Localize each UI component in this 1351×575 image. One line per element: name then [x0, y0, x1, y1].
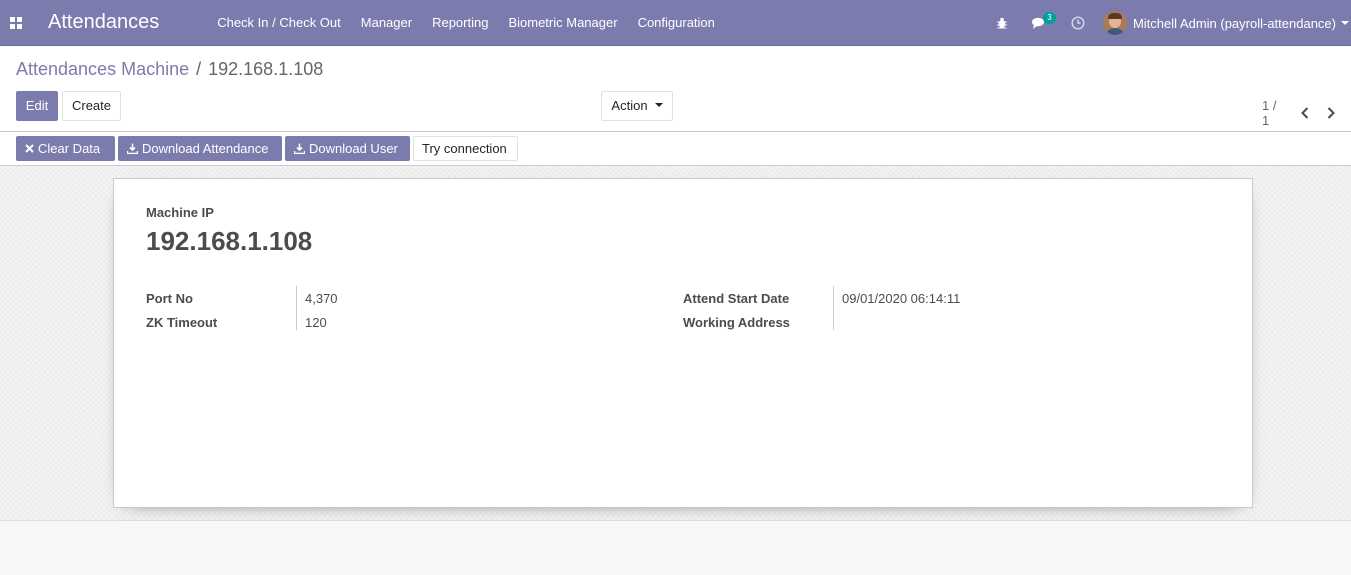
breadcrumb: Attendances Machine / 192.168.1.108 [16, 59, 323, 80]
form-sheet: Machine IP 192.168.1.108 Port No 4,370 Z… [113, 178, 1253, 508]
menu-item-check-in-check-out[interactable]: Check In / Check Out [207, 0, 351, 46]
edit-button[interactable]: Edit [16, 91, 58, 121]
messages-icon[interactable]: 3 [1021, 0, 1059, 46]
page-bottom-area [0, 521, 1351, 575]
activity-clock-icon[interactable] [1059, 0, 1097, 46]
chevron-down-icon [1341, 21, 1349, 25]
machine-ip-value: 192.168.1.108 [146, 226, 313, 256]
zk-timeout-value: 120 [305, 314, 327, 330]
pager-previous-icon[interactable] [1298, 105, 1311, 121]
clear-data-label: Clear Data [38, 141, 101, 156]
left-group-divider [296, 286, 297, 330]
user-menu[interactable]: Mitchell Admin (payroll-attendance) [1102, 0, 1351, 46]
right-field-group: Attend Start Date 09/01/2020 06:14:11 Wo… [683, 286, 960, 334]
download-user-label: Download User [309, 141, 398, 156]
breadcrumb-separator: / [196, 59, 202, 79]
form-statusbar: Clear Data Download Attendance Download … [0, 132, 1351, 166]
pager: 1 / 1 [1262, 98, 1351, 128]
action-label: Action [611, 98, 648, 113]
attend-start-date-label: Attend Start Date [683, 290, 790, 306]
menu-item-configuration[interactable]: Configuration [628, 0, 725, 46]
working-address-label: Working Address [683, 314, 790, 330]
pager-value[interactable]: 1 / 1 [1262, 98, 1286, 128]
download-icon [127, 143, 138, 154]
action-dropdown-button[interactable]: Action [601, 91, 673, 121]
attend-start-date-value: 09/01/2020 06:14:11 [842, 290, 961, 306]
menu-item-manager[interactable]: Manager [351, 0, 422, 46]
menu-item-biometric-manager[interactable]: Biometric Manager [498, 0, 627, 46]
caret-down-icon [654, 102, 663, 107]
debug-bug-icon[interactable] [983, 0, 1021, 46]
machine-ip-label: Machine IP [146, 205, 214, 220]
pager-next-icon[interactable] [1325, 105, 1338, 121]
left-field-group: Port No 4,370 ZK Timeout 120 [146, 286, 338, 334]
apps-menu-icon[interactable] [0, 0, 32, 46]
download-user-button[interactable]: Download User [285, 136, 410, 161]
download-attendance-button[interactable]: Download Attendance [118, 136, 282, 161]
create-button[interactable]: Create [62, 91, 121, 121]
breadcrumb-current: 192.168.1.108 [208, 59, 324, 79]
zk-timeout-label: ZK Timeout [146, 314, 218, 330]
clear-data-button[interactable]: Clear Data [16, 136, 115, 161]
messages-count-badge: 3 [1042, 12, 1056, 24]
try-connection-button[interactable]: Try connection [413, 136, 518, 161]
close-icon [25, 144, 34, 153]
port-no-label: Port No [146, 290, 193, 306]
navbar-systray: 3 Mitchell Admin (payroll-attendance) [983, 0, 1351, 46]
app-title[interactable]: Attendances [48, 11, 159, 34]
download-attendance-label: Download Attendance [142, 141, 269, 156]
form-sheet-background: Machine IP 192.168.1.108 Port No 4,370 Z… [0, 166, 1351, 521]
port-no-value: 4,370 [305, 290, 338, 306]
download-icon [294, 143, 305, 154]
main-menu: Check In / Check Out Manager Reporting B… [207, 0, 725, 46]
menu-item-reporting[interactable]: Reporting [422, 0, 498, 46]
breadcrumb-parent-link[interactable]: Attendances Machine [16, 59, 189, 80]
right-group-divider [833, 286, 834, 330]
control-panel: Attendances Machine / 192.168.1.108 Edit… [0, 46, 1351, 132]
avatar [1102, 11, 1127, 35]
top-navbar: Attendances Check In / Check Out Manager… [0, 0, 1351, 46]
user-name: Mitchell Admin (payroll-attendance) [1132, 15, 1336, 31]
